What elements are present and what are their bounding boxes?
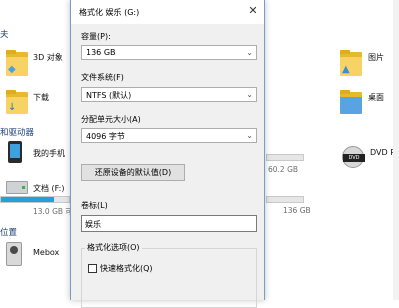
chevron-down-icon: ⌄: [246, 48, 253, 57]
explorer-scrollbar[interactable]: [393, 0, 399, 300]
downloads-label[interactable]: 下载: [33, 92, 49, 103]
drive-usage-bar-1: [266, 154, 304, 161]
format-dialog: 格式化 娱乐 (G:) ✕ 容量(P): 136 GB ⌄ 文件系统(F) NT…: [70, 0, 265, 308]
volume-label-input[interactable]: 娱乐: [81, 215, 257, 232]
allocation-label: 分配单元大小(A): [81, 115, 141, 124]
volume-label-value: 娱乐: [85, 220, 101, 229]
filesystem-label: 文件系统(F): [81, 73, 124, 82]
restore-defaults-button[interactable]: 还原设备的默认值(D): [81, 164, 185, 181]
quick-format-checkbox[interactable]: [88, 264, 97, 273]
allocation-value: 4096 字节: [86, 132, 125, 141]
my-phone-label[interactable]: 我的手机: [33, 148, 65, 159]
phone-icon[interactable]: [8, 141, 22, 163]
mebox-device-icon[interactable]: [6, 242, 22, 266]
free-size-1: 60.2 GB: [268, 165, 299, 174]
downloads-folder-icon[interactable]: ↓: [6, 90, 28, 114]
volume-label-caption: 卷标(L): [81, 201, 108, 210]
close-icon[interactable]: ✕: [246, 4, 260, 18]
capacity-label: 容量(P):: [81, 32, 111, 41]
pictures-folder-icon[interactable]: ▲: [340, 50, 362, 76]
pictures-label[interactable]: 图片: [368, 52, 384, 63]
network-section-header[interactable]: 位置: [0, 226, 17, 238]
chevron-down-icon: ⌄: [246, 90, 253, 99]
capacity-value: 136 GB: [86, 48, 116, 57]
dialog-titlebar[interactable]: 格式化 娱乐 (G:) ✕: [71, 0, 264, 24]
3d-objects-label[interactable]: 3D 对象: [33, 52, 63, 63]
free-size-2: 136 GB: [283, 206, 311, 215]
dialog-title: 格式化 娱乐 (G:): [79, 8, 140, 17]
quick-format-label[interactable]: 快速格式化(Q): [100, 263, 153, 274]
desktop-folder-icon[interactable]: [340, 90, 362, 114]
mebox-label[interactable]: Mebox: [33, 248, 59, 257]
3d-objects-folder-icon[interactable]: ◆: [6, 50, 28, 76]
devices-section-header[interactable]: 和驱动器: [0, 126, 34, 138]
format-options-group: [81, 248, 257, 308]
capacity-select[interactable]: 136 GB ⌄: [81, 45, 257, 60]
filesystem-value: NTFS (默认): [86, 91, 132, 100]
drive-icon[interactable]: [6, 181, 28, 194]
chevron-down-icon: ⌄: [246, 131, 253, 140]
desktop-label[interactable]: 桌面: [368, 92, 384, 103]
docs-drive-usage-bar: [0, 196, 70, 203]
folders-section-header[interactable]: 夫: [0, 28, 9, 40]
filesystem-select[interactable]: NTFS (默认) ⌄: [81, 87, 257, 102]
drive-usage-bar-2: [266, 196, 304, 203]
allocation-select[interactable]: 4096 字节 ⌄: [81, 128, 257, 143]
dvd-drive-icon[interactable]: DVD: [342, 146, 365, 168]
format-options-title: 格式化选项(O): [85, 242, 142, 253]
docs-drive-label[interactable]: 文档 (F:): [33, 183, 64, 194]
